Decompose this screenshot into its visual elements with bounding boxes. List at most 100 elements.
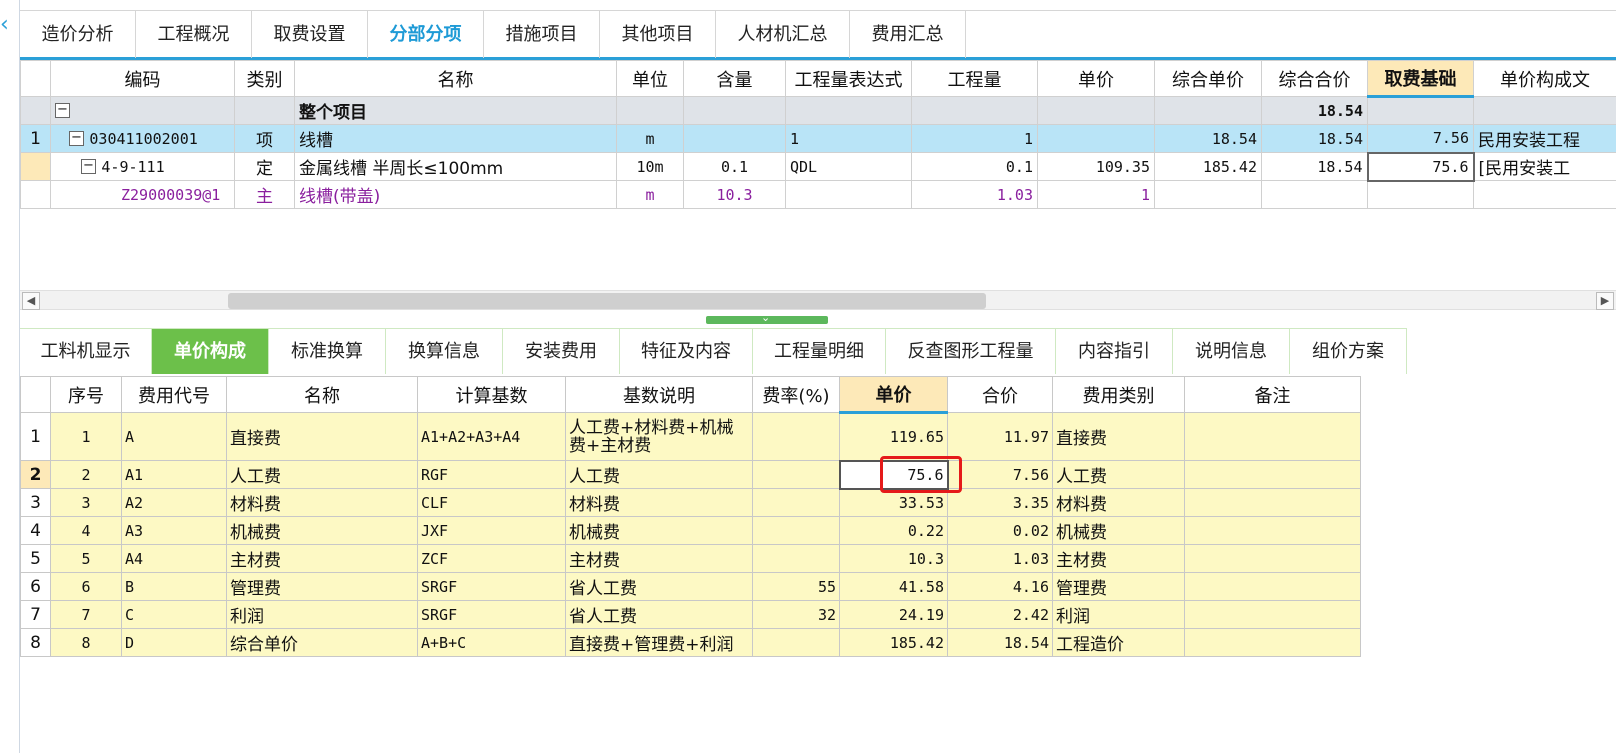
- tab-labor-material-display[interactable]: 工料机显示: [20, 329, 152, 374]
- rate-cell[interactable]: 55: [752, 572, 840, 601]
- fee-base-cell[interactable]: 75.6: [1366, 151, 1475, 182]
- header-content[interactable]: 含量: [683, 60, 786, 97]
- seq-cell[interactable]: 8: [50, 628, 122, 657]
- category-cell[interactable]: 管理费: [1052, 572, 1185, 601]
- tab-fee-settings[interactable]: 取费设置: [252, 11, 368, 58]
- qty-cell[interactable]: 1.03: [911, 180, 1038, 209]
- base-cell[interactable]: SRGF: [417, 572, 566, 601]
- tab-conversion-info[interactable]: 换算信息: [386, 329, 503, 374]
- header-unit[interactable]: 单位: [616, 60, 684, 97]
- table-row[interactable]: − 4-9-111 定 金属线槽 半周长≤100mm 10m 0.1 QDL 0…: [20, 151, 1616, 182]
- tab-pricing-plan[interactable]: 组价方案: [1290, 329, 1407, 374]
- qty-cell[interactable]: 1: [911, 124, 1038, 153]
- tab-fee-summary[interactable]: 费用汇总: [850, 11, 966, 58]
- seq-cell[interactable]: 2: [50, 460, 122, 489]
- rate-cell[interactable]: [752, 488, 840, 517]
- table-row[interactable]: 1 1 A 直接费 A1+A2+A3+A4 人工费+材料费+机械费+主材费 11…: [20, 412, 1361, 461]
- desc-cell[interactable]: 省人工费: [565, 600, 753, 629]
- minus-box-icon[interactable]: −: [55, 103, 70, 118]
- unit-price-cell[interactable]: 185.42: [1154, 152, 1262, 181]
- composition-cell[interactable]: [1473, 180, 1616, 209]
- header-calc-base[interactable]: 计算基数: [417, 376, 566, 413]
- tab-install-fees[interactable]: 安装费用: [503, 329, 620, 374]
- header-fee-base[interactable]: 取费基础: [1367, 60, 1474, 98]
- category-cell[interactable]: 人工费: [1052, 460, 1185, 489]
- triangle-left-icon[interactable]: ◀: [22, 292, 40, 310]
- composition-cell[interactable]: [民用安装工: [1473, 152, 1616, 181]
- name-cell[interactable]: 直接费: [226, 412, 418, 461]
- fee-base-cell[interactable]: 7.56: [1367, 124, 1474, 153]
- unit-cell[interactable]: m: [616, 180, 684, 209]
- note-cell[interactable]: [1184, 488, 1361, 517]
- base-cell[interactable]: A+B+C: [417, 628, 566, 657]
- category-cell[interactable]: 利润: [1052, 600, 1185, 629]
- expr-cell[interactable]: QDL: [785, 152, 912, 181]
- price-cell[interactable]: 1: [1037, 180, 1155, 209]
- note-cell[interactable]: [1184, 460, 1361, 489]
- tree-cell[interactable]: −: [50, 96, 235, 125]
- base-cell[interactable]: SRGF: [417, 600, 566, 629]
- desc-cell[interactable]: 材料费: [565, 488, 753, 517]
- desc-cell[interactable]: 直接费+管理费+利润: [565, 628, 753, 657]
- fee-base-cell[interactable]: [1367, 180, 1474, 209]
- minus-box-icon[interactable]: −: [81, 159, 96, 174]
- price-cell[interactable]: 185.42: [839, 628, 948, 657]
- code-cell[interactable]: A1: [121, 460, 227, 489]
- rate-cell[interactable]: 32: [752, 600, 840, 629]
- unit-cell[interactable]: 10m: [616, 152, 684, 181]
- price-cell[interactable]: 10.3: [839, 544, 948, 573]
- price-cell[interactable]: 119.65: [839, 412, 948, 461]
- rate-cell[interactable]: [752, 460, 840, 489]
- total-cell[interactable]: 3.35: [947, 488, 1053, 517]
- tab-labor-material-summary[interactable]: 人材机汇总: [716, 11, 850, 58]
- composition-cell[interactable]: 民用安装工程: [1473, 124, 1616, 153]
- desc-cell[interactable]: 主材费: [565, 544, 753, 573]
- rate-cell[interactable]: [752, 544, 840, 573]
- tab-qty-details[interactable]: 工程量明细: [753, 329, 886, 374]
- table-row[interactable]: 1 − 030411002001 项 线槽 m 1 1 18.54 18.54 …: [20, 124, 1616, 153]
- header-price-composition[interactable]: 单价构成文: [1473, 60, 1616, 97]
- seq-cell[interactable]: 4: [50, 516, 122, 545]
- code-cell[interactable]: A2: [121, 488, 227, 517]
- total-cell[interactable]: 18.54: [947, 628, 1053, 657]
- header-type[interactable]: 类别: [234, 60, 295, 97]
- note-cell[interactable]: [1184, 544, 1361, 573]
- category-cell[interactable]: 主材费: [1052, 544, 1185, 573]
- header-unit-price[interactable]: 综合单价: [1154, 60, 1262, 97]
- seq-cell[interactable]: 5: [50, 544, 122, 573]
- total-cell[interactable]: 18.54: [1261, 152, 1368, 181]
- base-cell[interactable]: JXF: [417, 516, 566, 545]
- tab-sub-items[interactable]: 分部分项: [368, 11, 484, 58]
- code-cell[interactable]: B: [121, 572, 227, 601]
- note-cell[interactable]: [1184, 600, 1361, 629]
- name-cell[interactable]: 主材费: [226, 544, 418, 573]
- seq-cell[interactable]: 1: [50, 412, 122, 461]
- price-cell[interactable]: 0.22: [839, 516, 948, 545]
- total-cell[interactable]: [1261, 180, 1368, 209]
- table-row[interactable]: 5 5 A4 主材费 ZCF 主材费 10.3 1.03 主材费: [20, 544, 1361, 573]
- tab-project-overview[interactable]: 工程概况: [136, 11, 252, 58]
- code-cell[interactable]: A: [121, 412, 227, 461]
- header-price[interactable]: 单价: [1037, 60, 1155, 97]
- header-code[interactable]: 编码: [50, 60, 235, 97]
- table-row[interactable]: 7 7 C 利润 SRGF 省人工费 32 24.19 2.42 利润: [20, 600, 1361, 629]
- tab-price-composition[interactable]: 单价构成: [152, 329, 269, 374]
- total-cell[interactable]: 11.97: [947, 412, 1053, 461]
- code-cell[interactable]: − 030411002001: [50, 124, 235, 153]
- type-cell[interactable]: 定: [234, 152, 295, 181]
- base-cell[interactable]: RGF: [417, 460, 566, 489]
- name-cell[interactable]: 综合单价: [226, 628, 418, 657]
- category-cell[interactable]: 工程造价: [1052, 628, 1185, 657]
- table-row[interactable]: Z29000039@1 主 线槽(带盖) m 10.3 1.03 1: [20, 180, 1616, 209]
- scrollbar-thumb[interactable]: [228, 293, 986, 309]
- panel-splitter-handle[interactable]: ⌄: [706, 311, 828, 324]
- desc-cell[interactable]: 机械费: [565, 516, 753, 545]
- header-base-desc[interactable]: 基数说明: [565, 376, 753, 413]
- horizontal-scrollbar[interactable]: ◀ ▶: [20, 290, 1616, 310]
- table-row-project[interactable]: − 整个项目 18.54: [20, 96, 1616, 125]
- base-cell[interactable]: ZCF: [417, 544, 566, 573]
- triangle-right-icon[interactable]: ▶: [1596, 292, 1614, 310]
- table-row[interactable]: 2 2 A1 人工费 RGF 人工费 75.6 7.56 人工费: [20, 459, 1361, 490]
- chevron-left-icon[interactable]: ‹: [0, 14, 14, 36]
- name-cell[interactable]: 机械费: [226, 516, 418, 545]
